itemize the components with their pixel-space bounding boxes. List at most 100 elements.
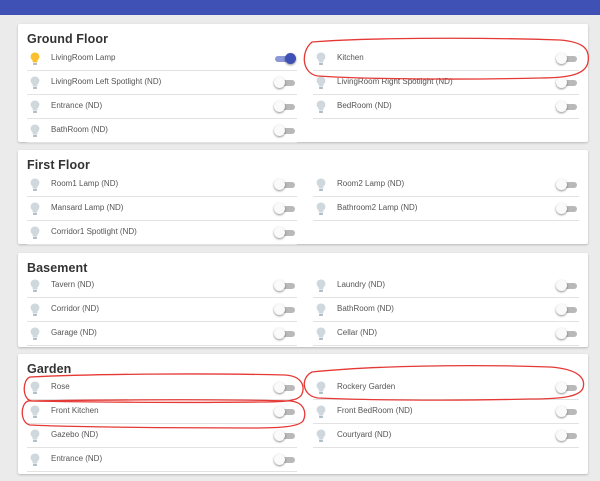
light-row[interactable]: Bathroom2 Lamp (ND) [313, 197, 579, 221]
light-row[interactable]: Rose [27, 376, 297, 400]
lightbulb-icon [30, 429, 40, 442]
light-toggle-switch[interactable] [556, 304, 577, 315]
light-toggle-switch[interactable] [556, 382, 577, 393]
light-toggle-switch[interactable] [274, 280, 295, 291]
light-label: LivingRoom Left Spotlight (ND) [51, 77, 162, 86]
light-toggle-switch[interactable] [556, 406, 577, 417]
light-row[interactable]: Entrance (ND) [27, 95, 297, 119]
light-toggle-switch[interactable] [556, 179, 577, 190]
light-row[interactable]: Corridor1 Spotlight (ND) [27, 221, 297, 245]
light-toggle-switch[interactable] [274, 77, 295, 88]
light-label: Front BedRoom (ND) [337, 406, 413, 415]
row-divider [313, 220, 579, 221]
lightbulb-icon [316, 429, 326, 442]
light-toggle-switch[interactable] [274, 406, 295, 417]
row-divider [27, 345, 297, 346]
light-toggle-switch[interactable] [274, 125, 295, 136]
lightbulb-icon [30, 76, 40, 89]
switch-thumb [556, 280, 567, 291]
light-label: BedRoom (ND) [337, 101, 392, 110]
light-label: Rose [51, 382, 70, 391]
light-toggle-switch[interactable] [274, 430, 295, 441]
light-label: Tavern (ND) [51, 280, 95, 289]
light-row[interactable]: Courtyard (ND) [313, 424, 579, 448]
light-row[interactable]: Front Kitchen [27, 400, 297, 424]
lightbulb-icon [316, 279, 326, 292]
light-toggle-switch[interactable] [274, 179, 295, 190]
light-toggle-switch[interactable] [556, 430, 577, 441]
row-divider [313, 118, 579, 119]
switch-thumb [556, 430, 567, 441]
light-row[interactable]: Cellar (ND) [313, 322, 579, 346]
section-first-floor: First Floor Room1 Lamp (ND) Mansard Lamp… [18, 150, 588, 245]
light-toggle-switch[interactable] [556, 280, 577, 291]
light-row[interactable]: Tavern (ND) [27, 274, 297, 298]
light-toggle-switch[interactable] [556, 203, 577, 214]
light-toggle-switch[interactable] [274, 101, 295, 112]
switch-thumb [274, 101, 285, 112]
lightbulb-icon [30, 405, 40, 418]
light-row[interactable]: Room2 Lamp (ND) [313, 173, 579, 197]
light-label: Rockery Garden [337, 382, 396, 391]
section-title: Basement [27, 261, 88, 275]
switch-thumb [274, 304, 285, 315]
light-toggle-switch[interactable] [274, 454, 295, 465]
lightbulb-icon [30, 327, 40, 340]
lightbulb-icon [316, 100, 326, 113]
lightbulb-icon [316, 178, 326, 191]
light-row[interactable]: Kitchen [313, 47, 579, 71]
light-toggle-switch[interactable] [275, 53, 296, 64]
light-label: Gazebo (ND) [51, 430, 99, 439]
light-toggle-switch[interactable] [556, 328, 577, 339]
light-toggle-switch[interactable] [556, 53, 577, 64]
light-row[interactable]: Front BedRoom (ND) [313, 400, 579, 424]
light-label: Cellar (ND) [337, 328, 377, 337]
section-garden: Garden Rose Front Kitchen Gazebo (ND) En… [18, 354, 588, 474]
switch-thumb [556, 328, 567, 339]
light-row[interactable]: BathRoom (ND) [313, 298, 579, 322]
light-row[interactable]: Room1 Lamp (ND) [27, 173, 297, 197]
lightbulb-icon [30, 52, 40, 65]
row-divider [27, 142, 297, 143]
switch-thumb [556, 406, 567, 417]
light-row[interactable]: Rockery Garden [313, 376, 579, 400]
light-toggle-switch[interactable] [274, 382, 295, 393]
switch-thumb [274, 406, 285, 417]
light-row[interactable]: LivingRoom Right Spotlight (ND) [313, 71, 579, 95]
lightbulb-icon [30, 100, 40, 113]
light-row[interactable]: BedRoom (ND) [313, 95, 579, 119]
light-toggle-switch[interactable] [274, 328, 295, 339]
lightbulb-icon [30, 124, 40, 137]
light-toggle-switch[interactable] [274, 304, 295, 315]
light-row[interactable]: Entrance (ND) [27, 448, 297, 472]
light-row[interactable]: Mansard Lamp (ND) [27, 197, 297, 221]
light-label: Front Kitchen [51, 406, 99, 415]
lightbulb-icon [316, 327, 326, 340]
switch-thumb [274, 179, 285, 190]
light-row[interactable]: BathRoom (ND) [27, 119, 297, 143]
light-row[interactable]: Garage (ND) [27, 322, 297, 346]
light-toggle-switch[interactable] [556, 101, 577, 112]
switch-thumb [285, 53, 296, 64]
section-basement: Basement Tavern (ND) Corridor (ND) Garag… [18, 253, 588, 347]
light-row[interactable]: Laundry (ND) [313, 274, 579, 298]
switch-thumb [274, 77, 285, 88]
light-label: Laundry (ND) [337, 280, 386, 289]
light-row[interactable]: LivingRoom Lamp [27, 47, 297, 71]
light-label: BathRoom (ND) [51, 125, 108, 134]
light-label: Courtyard (ND) [337, 430, 392, 439]
switch-thumb [556, 101, 567, 112]
section-title: Garden [27, 362, 72, 376]
light-label: LivingRoom Right Spotlight (ND) [337, 77, 453, 86]
light-row[interactable]: Corridor (ND) [27, 298, 297, 322]
light-row[interactable]: Gazebo (ND) [27, 424, 297, 448]
switch-thumb [556, 179, 567, 190]
lightbulb-icon [316, 76, 326, 89]
light-toggle-switch[interactable] [274, 227, 295, 238]
light-toggle-switch[interactable] [556, 77, 577, 88]
switch-thumb [556, 304, 567, 315]
light-row[interactable]: LivingRoom Left Spotlight (ND) [27, 71, 297, 95]
lightbulb-icon [316, 52, 326, 65]
light-toggle-switch[interactable] [274, 203, 295, 214]
switch-thumb [556, 382, 567, 393]
